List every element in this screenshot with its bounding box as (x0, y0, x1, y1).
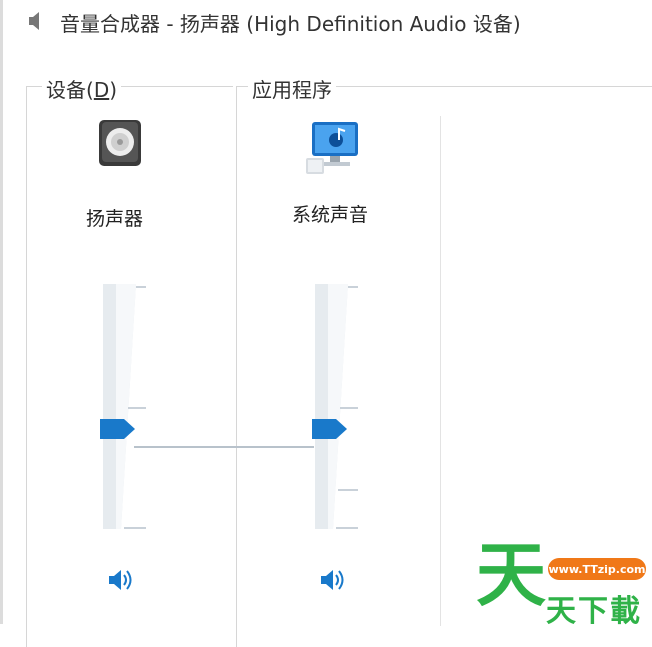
app-column-divider (440, 116, 441, 626)
speaker-device-icon[interactable] (96, 116, 144, 172)
watermark-url: www.TTzip.com (548, 558, 646, 580)
slider-tick (340, 407, 358, 409)
watermark-logo: 天 (476, 534, 546, 616)
slider-tick (338, 489, 358, 491)
applications-group-label: 应用程序 (248, 74, 336, 103)
speaker-volume-icon (107, 567, 137, 597)
device-name: 扬声器 (86, 208, 144, 230)
device-volume-slider[interactable] (100, 284, 150, 529)
system-sounds-icon[interactable] (304, 120, 366, 180)
app-name: 系统声音 (292, 204, 369, 226)
device-group-label: 设备(D) (42, 74, 122, 103)
slider-tick (348, 286, 358, 288)
slider-tick (128, 407, 146, 409)
slider-tick (336, 527, 358, 529)
slider-thumb[interactable] (100, 418, 136, 440)
slider-tick (136, 286, 146, 288)
title-bar: 音量合成器 - 扬声器 (High Definition Audio 设备) (0, 0, 652, 44)
slider-thumb[interactable] (312, 418, 348, 440)
slider-tick (124, 527, 146, 529)
window-left-edge (0, 0, 3, 624)
access-key: D (93, 78, 110, 102)
device-mute-button[interactable] (104, 564, 140, 600)
app-mute-button[interactable] (316, 564, 352, 600)
watermark-text: 天下載 (546, 594, 642, 629)
window-title: 音量合成器 - 扬声器 (High Definition Audio 设备) (60, 12, 521, 36)
speaker-icon (28, 10, 42, 36)
speaker-volume-icon (319, 567, 349, 597)
volume-link-line (134, 446, 314, 448)
app-volume-slider[interactable] (312, 284, 362, 529)
